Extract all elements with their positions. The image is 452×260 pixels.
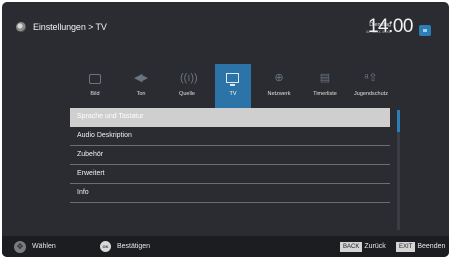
- navigation-pad-icon: [14, 240, 26, 253]
- tab-timerliste[interactable]: ▤ Timerliste: [307, 64, 343, 108]
- settings-menu: Sprache und Tastatur Audio Deskription Z…: [70, 108, 390, 203]
- tab-ton[interactable]: ◀▸ Ton: [123, 64, 159, 108]
- hint-back: BACK Zurück: [340, 236, 386, 257]
- clock: 14:00: [367, 16, 414, 37]
- tab-jugendschutz[interactable]: ᵃ⇧ Jugendschutz: [353, 64, 389, 108]
- footer-bar: Wählen Bestätigen BACK Zurück EXIT Beend…: [2, 236, 449, 257]
- tab-label: TV: [229, 91, 237, 97]
- tv-icon: [226, 73, 239, 86]
- tab-label: Jugendschutz: [354, 91, 388, 97]
- antenna-icon: ((ı)): [180, 72, 198, 84]
- parental-lock-icon: ᵃ⇧: [364, 72, 378, 84]
- back-label: Zurück: [364, 243, 386, 250]
- tab-netzwerk[interactable]: ⊕ Netzwerk: [261, 64, 297, 108]
- timer-icon: ▤: [319, 72, 331, 84]
- hint-exit: EXIT Beenden: [396, 236, 445, 257]
- hint-confirm: Bestätigen: [100, 236, 150, 257]
- tab-tv[interactable]: TV: [215, 64, 251, 108]
- exit-key-icon: EXIT: [396, 241, 416, 252]
- select-label: Wählen: [32, 243, 56, 250]
- picture-icon: [89, 74, 101, 84]
- speaker-icon: ◀▸: [134, 72, 148, 84]
- tv-settings-screen: Einstellungen > TV Dienstag xx xxxx xxxx…: [2, 2, 449, 257]
- breadcrumb: Einstellungen > TV: [33, 22, 107, 32]
- globe-icon: ⊕: [274, 72, 284, 84]
- menu-item-erweitert[interactable]: Erweitert: [70, 165, 390, 184]
- confirm-label: Bestätigen: [117, 243, 151, 250]
- header: Einstellungen > TV: [16, 22, 107, 32]
- category-bar: Bild ◀▸ Ton ((ı)) Quelle TV ⊕ Netzwerk ▤…: [72, 64, 392, 108]
- tab-label: Quelle: [179, 91, 195, 97]
- tab-label: Netzwerk: [267, 91, 291, 97]
- exit-label: Beenden: [417, 243, 446, 250]
- menu-item-sprache-und-tastatur[interactable]: Sprache und Tastatur: [70, 108, 390, 127]
- tab-label: Bild: [90, 91, 100, 97]
- tab-label: Ton: [136, 91, 146, 97]
- menu-item-audio-deskription[interactable]: Audio Deskription: [70, 127, 390, 146]
- hint-select: Wählen: [14, 236, 56, 257]
- menu-item-info[interactable]: Info: [70, 184, 390, 203]
- tab-bild[interactable]: Bild: [77, 64, 113, 108]
- ok-button-icon: [100, 241, 111, 252]
- settings-gear-icon: [16, 22, 26, 32]
- info-badge-icon: [419, 25, 431, 36]
- back-key-icon: BACK: [340, 241, 363, 252]
- tab-label: Timerliste: [313, 91, 337, 97]
- tab-quelle[interactable]: ((ı)) Quelle: [169, 64, 205, 108]
- menu-item-zubehoer[interactable]: Zubehör: [70, 146, 390, 165]
- scrollbar[interactable]: [397, 110, 400, 230]
- scrollbar-thumb[interactable]: [397, 110, 400, 132]
